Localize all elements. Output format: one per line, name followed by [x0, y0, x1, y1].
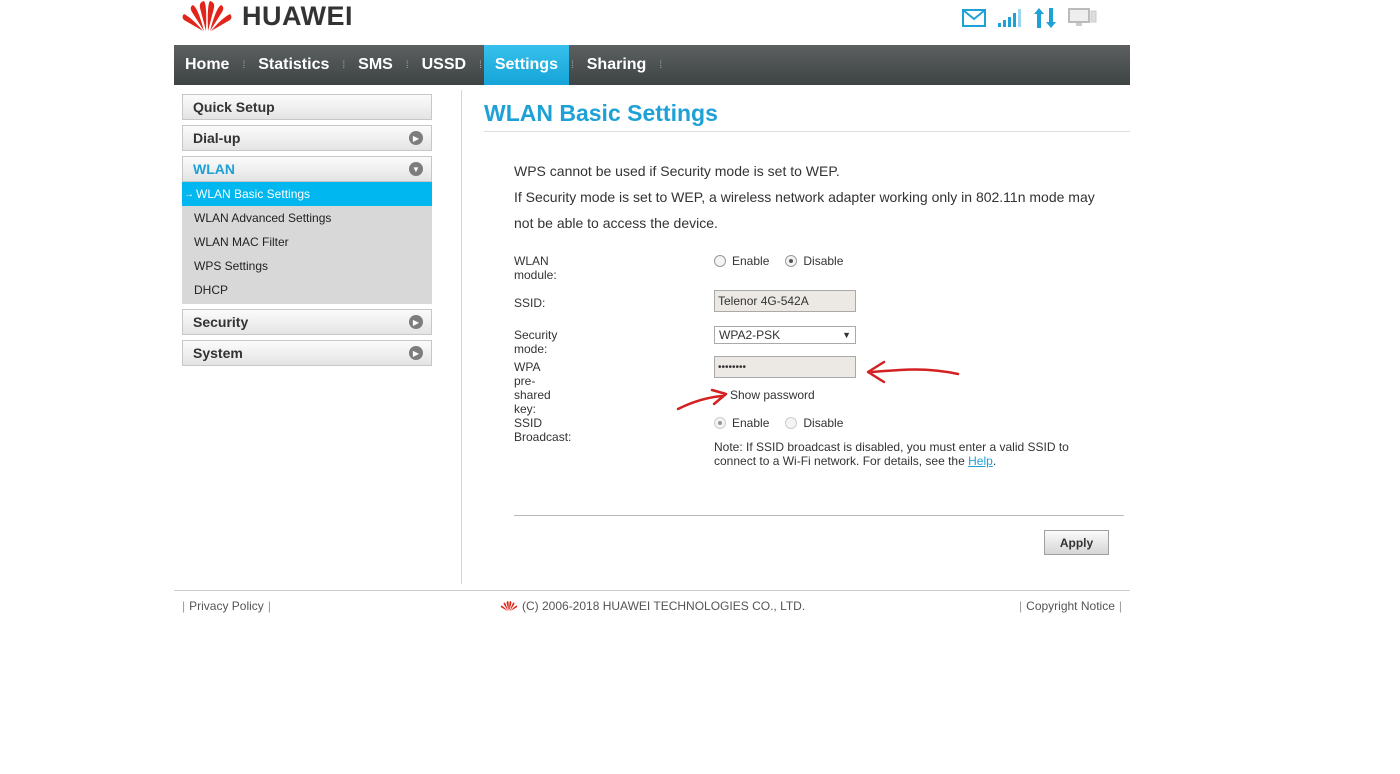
separator: | [267, 599, 271, 613]
computer-icon [1068, 8, 1098, 33]
select-value: WPA2-PSK [719, 328, 781, 342]
header: HUAWEI [174, 0, 1130, 45]
separator: | [1118, 599, 1122, 613]
chevron-right-icon: ▶ [409, 346, 423, 360]
divider [461, 90, 462, 584]
show-password-control: Show password [714, 388, 815, 402]
ssid-input[interactable]: Telenor 4G-542A [714, 290, 856, 312]
radio-label: Enable [732, 254, 770, 268]
sidebar-item-wlan-basic[interactable]: → WLAN Basic Settings [182, 182, 432, 206]
sidebar-item-dhcp[interactable]: DHCP [182, 278, 432, 302]
form-divider [514, 515, 1124, 516]
privacy-policy-link[interactable]: Privacy Policy [189, 599, 264, 613]
page: HUAWEI Home ⁞ Statistics ⁞ SMS ⁞ USSD ⁞ … [174, 0, 1130, 774]
chevron-down-icon: ▼ [409, 162, 423, 176]
huawei-logo-icon [182, 1, 232, 31]
radio-label: Disable [803, 416, 844, 430]
copyright-text: (C) 2006-2018 HUAWEI TECHNOLOGIES CO., L… [522, 599, 806, 613]
sidebar-label: Quick Setup [193, 99, 275, 115]
note-wps: WPS cannot be used if Security mode is s… [514, 163, 840, 179]
brand-name: HUAWEI [242, 0, 353, 31]
signal-icon [998, 9, 1022, 32]
sidebar-wlan[interactable]: WLAN ▼ [182, 156, 432, 182]
nav-separator: ⁞ [659, 59, 663, 71]
dropdown-arrow-icon: ▼ [842, 330, 851, 340]
nav-separator: ⁞ [405, 59, 409, 71]
data-transfer-icon [1034, 8, 1056, 33]
nav-sharing[interactable]: Sharing [576, 45, 658, 85]
show-password-checkbox[interactable] [714, 389, 726, 401]
ssid-help-note: Note: If SSID broadcast is disabled, you… [714, 440, 1094, 468]
wlan-submenu: → WLAN Basic Settings WLAN Advanced Setti… [182, 182, 432, 304]
sidebar-quick-setup[interactable]: Quick Setup [182, 94, 432, 120]
wlan-module-label: WLAN module: [514, 254, 557, 282]
sidebar-item-wlan-mac-filter[interactable]: WLAN MAC Filter [182, 230, 432, 254]
notes: WPS cannot be used if Security mode is s… [514, 158, 1114, 236]
security-mode-control: WPA2-PSK ▼ [714, 326, 856, 344]
sidebar: Quick Setup Dial-up ▶ WLAN ▼ → WLAN Basic S… [182, 94, 432, 371]
nav-settings[interactable]: Settings [483, 45, 569, 85]
main-nav: Home ⁞ Statistics ⁞ SMS ⁞ USSD ⁞ Setting… [174, 45, 1130, 85]
sidebar-item-wlan-advanced[interactable]: WLAN Advanced Settings [182, 206, 432, 230]
help-note-line: Note: If SSID broadcast is disabled, you… [714, 440, 1069, 454]
huawei-logo-small-icon [500, 601, 518, 611]
note-wep-1: If Security mode is set to WEP, a wirele… [514, 189, 1095, 205]
sidebar-item-wps[interactable]: WPS Settings [182, 254, 432, 278]
sidebar-label: Security [193, 314, 249, 330]
nav-separator: ⁞ [242, 59, 246, 71]
mail-icon[interactable] [962, 9, 986, 32]
radio-label: Disable [803, 254, 844, 268]
separator: | [1019, 599, 1023, 613]
radio-label: Enable [732, 416, 770, 430]
footer-copyright: (C) 2006-2018 HUAWEI TECHNOLOGIES CO., L… [500, 599, 805, 613]
chevron-right-icon: ▶ [409, 131, 423, 145]
nav-ussd[interactable]: USSD [411, 45, 477, 85]
nav-statistics[interactable]: Statistics [247, 45, 340, 85]
chevron-right-icon: ▶ [409, 315, 423, 329]
broadcast-disable-radio[interactable] [785, 417, 798, 429]
sidebar-system[interactable]: System ▶ [182, 340, 432, 366]
separator: | [182, 599, 186, 613]
status-icons [962, 8, 1098, 33]
sidebar-dialup[interactable]: Dial-up ▶ [182, 125, 432, 151]
sidebar-security[interactable]: Security ▶ [182, 309, 432, 335]
page-title: WLAN Basic Settings [484, 100, 1130, 132]
nav-separator: ⁞ [570, 59, 574, 71]
wlan-disable-radio[interactable] [785, 255, 798, 267]
footer-left: | Privacy Policy | [178, 599, 275, 613]
sidebar-label: System [193, 345, 243, 361]
footer-right: | Copyright Notice | [1015, 599, 1126, 613]
note-wep-2: not be able to access the device. [514, 215, 718, 231]
wlan-enable-radio[interactable] [714, 255, 726, 267]
psk-control: •••••••• [714, 356, 856, 378]
apply-button[interactable]: Apply [1044, 530, 1109, 555]
security-mode-select[interactable]: WPA2-PSK ▼ [714, 326, 856, 344]
nav-sms[interactable]: SMS [347, 45, 404, 85]
nav-separator: ⁞ [342, 59, 346, 71]
security-mode-label: Security mode: [514, 328, 558, 356]
show-password-label[interactable]: Show password [730, 388, 815, 402]
psk-label: WPA pre-shared key: [514, 360, 551, 416]
ssid-control: Telenor 4G-542A [714, 290, 856, 312]
footer-divider [174, 590, 1130, 591]
copyright-notice-link[interactable]: Copyright Notice [1026, 599, 1115, 613]
wlan-module-control: Enable Disable [714, 254, 843, 268]
psk-input[interactable]: •••••••• [714, 356, 856, 378]
ssid-broadcast-control: Enable Disable [714, 416, 843, 430]
sidebar-label: WLAN [193, 161, 235, 177]
nav-home[interactable]: Home [174, 45, 240, 85]
nav-separator: ⁞ [479, 59, 482, 71]
help-note-line: connect to a Wi-Fi network. For details,… [714, 454, 997, 468]
main-content: WLAN Basic Settings WPS cannot be used i… [484, 100, 1130, 468]
help-note-text: connect to a Wi-Fi network. For details,… [714, 454, 965, 468]
sidebar-item-label: WLAN Basic Settings [196, 187, 311, 201]
ssid-broadcast-label: SSID Broadcast: [514, 416, 572, 444]
logo: HUAWEI [180, 0, 353, 32]
sidebar-label: Dial-up [193, 130, 241, 146]
help-link[interactable]: Help [968, 454, 993, 468]
broadcast-enable-radio[interactable] [714, 417, 726, 429]
ssid-label: SSID: [514, 296, 546, 310]
arrow-right-icon: → [184, 188, 194, 200]
